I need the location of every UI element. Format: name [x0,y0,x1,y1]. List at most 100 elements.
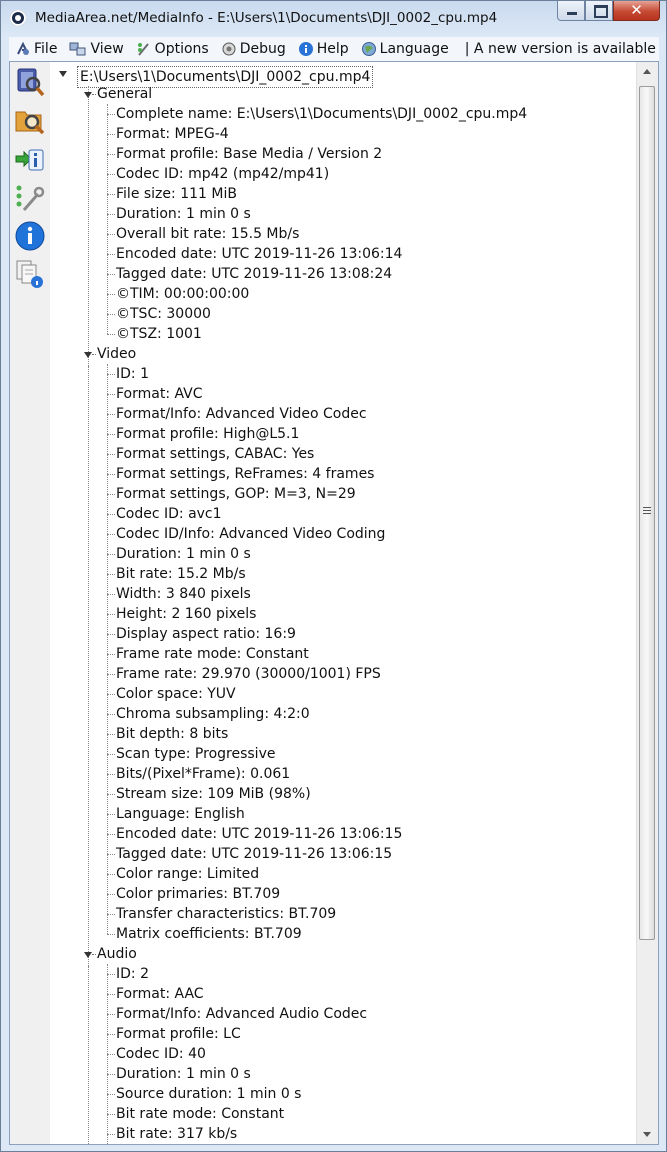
field-row[interactable]: Format settings, GOP: M=3, N=29 [55,484,635,504]
minimize-button[interactable] [557,1,585,21]
field-row[interactable]: Codec ID: 40 [55,1044,635,1064]
mediainfo-app-icon [10,10,26,26]
field-row[interactable]: Bit rate: 15.2 Mb/s [55,564,635,584]
scroll-down-button[interactable] [637,1124,658,1144]
menu-view[interactable]: View [69,41,124,57]
field-row[interactable]: File size: 111 MiB [55,184,635,204]
field-row[interactable]: Codec ID: mp42 (mp42/mp41) [55,164,635,184]
field-text: Codec ID: mp42 (mp42/mp41) [116,166,330,182]
field-row[interactable]: Stream size: 109 MiB (98%) [55,784,635,804]
field-text: Format: AAC [116,986,204,1002]
field-row[interactable]: Frame rate mode: Constant [55,644,635,664]
export-button[interactable] [14,144,46,176]
field-row[interactable]: Overall bit rate: 15.5 Mb/s [55,224,635,244]
field-row[interactable]: Bit rate mode: Constant [55,1104,635,1124]
section-header-video[interactable]: Video [55,344,635,364]
menu-bar: File View Options Debug Help Language | … [9,37,659,61]
tree-connector [92,354,96,355]
field-row[interactable]: Duration: 1 min 0 s [55,1064,635,1084]
section-label-video: Video [97,346,137,362]
field-row[interactable]: Format: AAC [55,984,635,1004]
field-row[interactable]: Matrix coefficients: BT.709 [55,924,635,944]
field-row[interactable]: Codec ID/Info: Advanced Video Coding [55,524,635,544]
field-row[interactable]: Frame rate: 29.970 (30000/1001) FPS [55,664,635,684]
menu-debug[interactable]: Debug [221,41,286,57]
field-text: Duration: 1 min 0 s [116,1066,251,1082]
field-row[interactable]: Bit depth: 8 bits [55,724,635,744]
field-row[interactable]: Chroma subsampling: 4:2:0 [55,704,635,724]
field-row[interactable]: Format: AVC [55,384,635,404]
field-row[interactable]: Codec ID: avc1 [55,504,635,524]
menu-options[interactable]: Options [136,41,209,57]
field-row[interactable]: Transfer characteristics: BT.709 [55,904,635,924]
collapse-arrow-icon[interactable] [84,92,92,98]
menu-view-label: View [90,41,124,57]
info-tree[interactable]: E:\Users\1\Documents\DJI_0002_cpu.mp4 Ge… [55,62,635,1144]
field-row[interactable]: Color range: Limited [55,864,635,884]
field-row[interactable]: Encoded date: UTC 2019-11-26 13:06:15 [55,824,635,844]
field-row[interactable]: Duration: 1 min 0 s [55,544,635,564]
field-row[interactable]: ©TSC: 30000 [55,304,635,324]
menu-options-label: Options [154,41,209,57]
field-row[interactable]: Tagged date: UTC 2019-11-26 13:08:24 [55,264,635,284]
field-row[interactable]: Format profile: Base Media / Version 2 [55,144,635,164]
field-text: Codec ID: 40 [116,1046,206,1062]
scroll-up-button[interactable] [637,62,658,82]
export-icon [15,149,44,171]
field-row[interactable]: Duration: 1 min 0 s [55,204,635,224]
collapse-arrow-icon[interactable] [59,71,67,77]
field-row[interactable]: Tagged date: UTC 2019-11-26 13:06:15 [55,844,635,864]
field-row[interactable]: Color primaries: BT.709 [55,884,635,904]
menu-help[interactable]: Help [298,41,349,57]
field-text: ©TSC: 30000 [116,306,211,322]
field-row[interactable]: Bit rate: 317 kb/s [55,1124,635,1144]
open-folder-button[interactable] [14,104,46,136]
maximize-button[interactable] [585,1,613,21]
title-bar[interactable]: MediaArea.net/MediaInfo - E:\Users\1\Doc… [1,1,666,35]
vertical-scrollbar[interactable] [636,62,658,1144]
menu-language[interactable]: Language [361,41,449,57]
field-row[interactable]: ID: 1 [55,364,635,384]
field-row[interactable]: Bits/(Pixel*Frame): 0.061 [55,764,635,784]
field-text: File size: 111 MiB [116,186,237,202]
menu-file[interactable]: File [15,41,57,57]
close-button[interactable]: ✕ [613,1,660,21]
field-row[interactable]: Format/Info: Advanced Audio Codec [55,1004,635,1024]
about-button[interactable] [14,220,46,252]
field-row[interactable]: ID: 2 [55,964,635,984]
field-text: Bits/(Pixel*Frame): 0.061 [116,766,291,782]
debug-icon [222,42,236,56]
window-title: MediaArea.net/MediaInfo - E:\Users\1\Doc… [35,10,498,26]
field-row[interactable]: Source duration: 1 min 0 s [55,1084,635,1104]
field-row[interactable]: Complete name: E:\Users\1\Documents\DJI_… [55,104,635,124]
field-row[interactable]: Color space: YUV [55,684,635,704]
collapse-arrow-icon[interactable] [84,352,92,358]
field-text: Encoded date: UTC 2019-11-26 13:06:14 [116,246,403,262]
field-row[interactable]: Format: MPEG-4 [55,124,635,144]
collapse-arrow-icon[interactable] [84,952,92,958]
field-row[interactable]: Format settings, ReFrames: 4 frames [55,464,635,484]
field-row[interactable]: Scan type: Progressive [55,744,635,764]
field-row[interactable]: Format settings, CABAC: Yes [55,444,635,464]
open-file-button[interactable] [14,66,46,98]
field-text: Format/Info: Advanced Video Codec [116,406,367,422]
preferences-button[interactable] [14,182,46,214]
field-row[interactable]: Language: English [55,804,635,824]
field-row[interactable]: Display aspect ratio: 16:9 [55,624,635,644]
field-row[interactable]: Format/Info: Advanced Video Codec [55,404,635,424]
field-row[interactable]: Width: 3 840 pixels [55,584,635,604]
field-row[interactable]: Encoded date: UTC 2019-11-26 13:06:14 [55,244,635,264]
menu-language-label: Language [379,41,449,57]
field-row[interactable]: Format profile: LC [55,1024,635,1044]
grip-icon [643,507,651,508]
section-header-audio[interactable]: Audio [55,944,635,964]
field-row[interactable]: ©TIM: 00:00:00:00 [55,284,635,304]
scrollbar-thumb[interactable] [639,86,655,940]
field-row[interactable]: Format profile: High@L5.1 [55,424,635,444]
field-row[interactable]: Height: 2 160 pixels [55,604,635,624]
new-version-notice[interactable]: | A new version is available [465,41,656,57]
field-row[interactable]: ©TSZ: 1001 [55,324,635,344]
sheet-view-button[interactable] [14,258,46,290]
section-header-general[interactable]: General [55,84,635,104]
field-text: Color range: Limited [116,866,260,882]
